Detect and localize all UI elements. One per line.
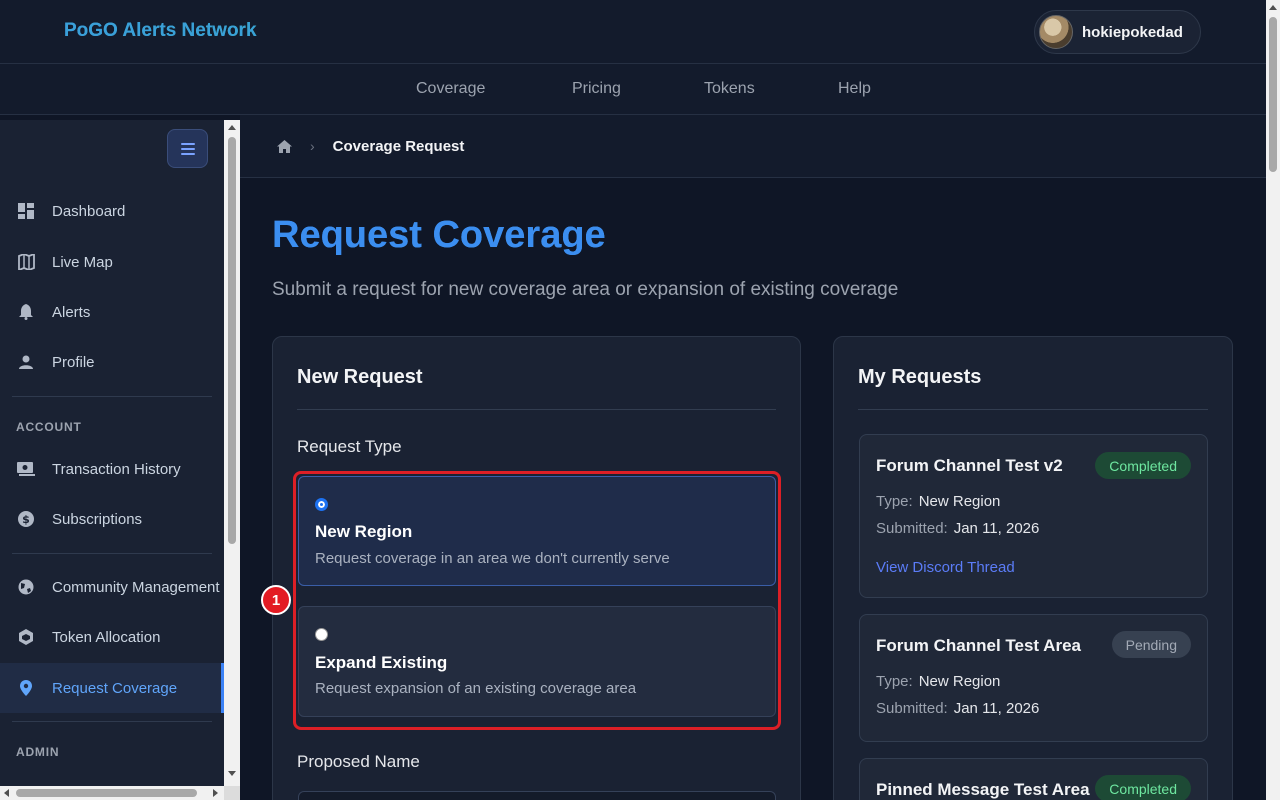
sidebar-divider xyxy=(12,396,212,397)
page-subtitle: Submit a request for new coverage area o… xyxy=(272,279,899,300)
sidebar-divider xyxy=(12,553,212,554)
sidebar-item-alerts[interactable]: Alerts xyxy=(0,287,224,337)
sidebar-item-token-allocation[interactable]: Token Allocation xyxy=(0,612,224,662)
request-item[interactable]: Pinned Message Test Area Completed xyxy=(859,758,1208,800)
sidebar-item-dashboard[interactable]: Dashboard xyxy=(0,186,224,236)
user-name: hokiepokedad xyxy=(1082,23,1183,41)
card-divider xyxy=(858,409,1208,410)
view-discord-thread-link[interactable]: View Discord Thread xyxy=(876,559,1015,576)
request-name: Forum Channel Test v2 xyxy=(876,456,1063,475)
sidebar-item-label: Profile xyxy=(52,353,95,371)
request-submitted: Submitted: Jan 11, 2026 xyxy=(876,700,1040,717)
annotation-marker: 1 xyxy=(261,585,291,615)
request-type: Type: New Region xyxy=(876,673,1001,690)
brand-logo[interactable]: PoGO Alerts Network xyxy=(64,20,257,42)
location-pin-icon xyxy=(17,679,35,697)
nav-link-help[interactable]: Help xyxy=(838,80,871,98)
nav-link-coverage[interactable]: Coverage xyxy=(416,80,485,98)
sidebar-item-label: Live Map xyxy=(52,253,113,271)
proposed-name-input[interactable] xyxy=(298,791,776,800)
sidebar-item-request-coverage[interactable]: Request Coverage xyxy=(0,663,224,713)
scroll-left-arrow-icon[interactable] xyxy=(4,789,9,797)
sidebar-item-community-management[interactable]: Community Management xyxy=(0,562,224,612)
scroll-right-arrow-icon[interactable] xyxy=(213,789,218,797)
sidebar-scrollbar[interactable] xyxy=(224,120,240,786)
dollar-icon: $ xyxy=(17,510,35,528)
user-menu-button[interactable]: hokiepokedad xyxy=(1034,10,1201,54)
proposed-name-label: Proposed Name xyxy=(297,752,420,771)
request-item[interactable]: Forum Channel Test Area Pending Type: New… xyxy=(859,614,1208,742)
svg-text:$: $ xyxy=(22,513,30,526)
sidebar-item-label: Token Allocation xyxy=(52,628,161,646)
nav-link-pricing[interactable]: Pricing xyxy=(572,80,621,98)
my-requests-title: My Requests xyxy=(858,366,982,388)
page-scrollbar[interactable] xyxy=(1266,0,1280,800)
menu-icon xyxy=(180,142,195,145)
status-badge: Completed xyxy=(1095,775,1191,800)
sidebar: Dashboard Live Map Alerts Profile ACCOUN… xyxy=(0,120,224,786)
status-badge: Completed xyxy=(1095,452,1191,479)
dashboard-icon xyxy=(17,202,35,220)
scroll-up-arrow-icon[interactable] xyxy=(1269,5,1277,10)
request-name: Forum Channel Test Area xyxy=(876,636,1081,655)
page-title: Request Coverage xyxy=(272,214,606,256)
breadcrumb-current: Coverage Request xyxy=(332,137,465,155)
request-name: Pinned Message Test Area xyxy=(876,780,1090,799)
sidebar-item-transaction-history[interactable]: Transaction History xyxy=(0,444,224,494)
scroll-up-arrow-icon[interactable] xyxy=(228,125,236,130)
top-bar: PoGO Alerts Network hokiepokedad xyxy=(0,0,1266,64)
sidebar-item-label: Subscriptions xyxy=(52,510,143,528)
sidebar-toggle-button[interactable] xyxy=(167,129,208,168)
map-icon xyxy=(17,253,35,271)
new-request-title: New Request xyxy=(297,366,423,388)
sidebar-item-label: Request Coverage xyxy=(52,679,178,697)
sidebar-item-live-map[interactable]: Live Map xyxy=(0,237,224,287)
breadcrumb-separator: › xyxy=(310,138,315,154)
sidebar-horizontal-scrollbar[interactable] xyxy=(0,786,224,800)
sidebar-scrollbar-thumb[interactable] xyxy=(228,137,236,544)
scrollbar-corner xyxy=(224,786,240,800)
scroll-down-arrow-icon[interactable] xyxy=(228,771,236,776)
home-icon[interactable] xyxy=(277,139,292,153)
receipt-icon xyxy=(17,460,35,478)
annotation-highlight-box xyxy=(293,471,781,730)
token-icon xyxy=(17,628,35,646)
request-type-label: Request Type xyxy=(297,437,402,456)
main-nav: Coverage Pricing Tokens Help xyxy=(0,64,1266,115)
sidebar-item-label: Dashboard xyxy=(52,202,126,220)
status-badge: Pending xyxy=(1111,631,1191,658)
globe-icon xyxy=(17,578,35,596)
avatar xyxy=(1039,15,1073,49)
sidebar-item-label: Transaction History xyxy=(52,460,181,478)
breadcrumb: › Coverage Request xyxy=(240,115,1266,178)
person-icon xyxy=(17,353,35,371)
sidebar-divider xyxy=(12,721,212,722)
sidebar-section-account: ACCOUNT xyxy=(16,420,82,434)
nav-link-tokens[interactable]: Tokens xyxy=(704,80,755,98)
sidebar-item-profile[interactable]: Profile xyxy=(0,337,224,387)
card-divider xyxy=(297,409,776,410)
bell-icon xyxy=(17,303,35,321)
request-item[interactable]: Forum Channel Test v2 Completed Type: New… xyxy=(859,434,1208,598)
sidebar-item-subscriptions[interactable]: $ Subscriptions xyxy=(0,494,224,544)
sidebar-item-label: Community Management xyxy=(52,578,220,596)
request-submitted: Submitted: Jan 11, 2026 xyxy=(876,520,1040,537)
page-scrollbar-thumb[interactable] xyxy=(1269,17,1277,172)
sidebar-hscrollbar-thumb[interactable] xyxy=(16,789,197,797)
sidebar-section-admin: ADMIN xyxy=(16,745,60,759)
request-type: Type: New Region xyxy=(876,493,1001,510)
sidebar-item-label: Alerts xyxy=(52,303,91,321)
